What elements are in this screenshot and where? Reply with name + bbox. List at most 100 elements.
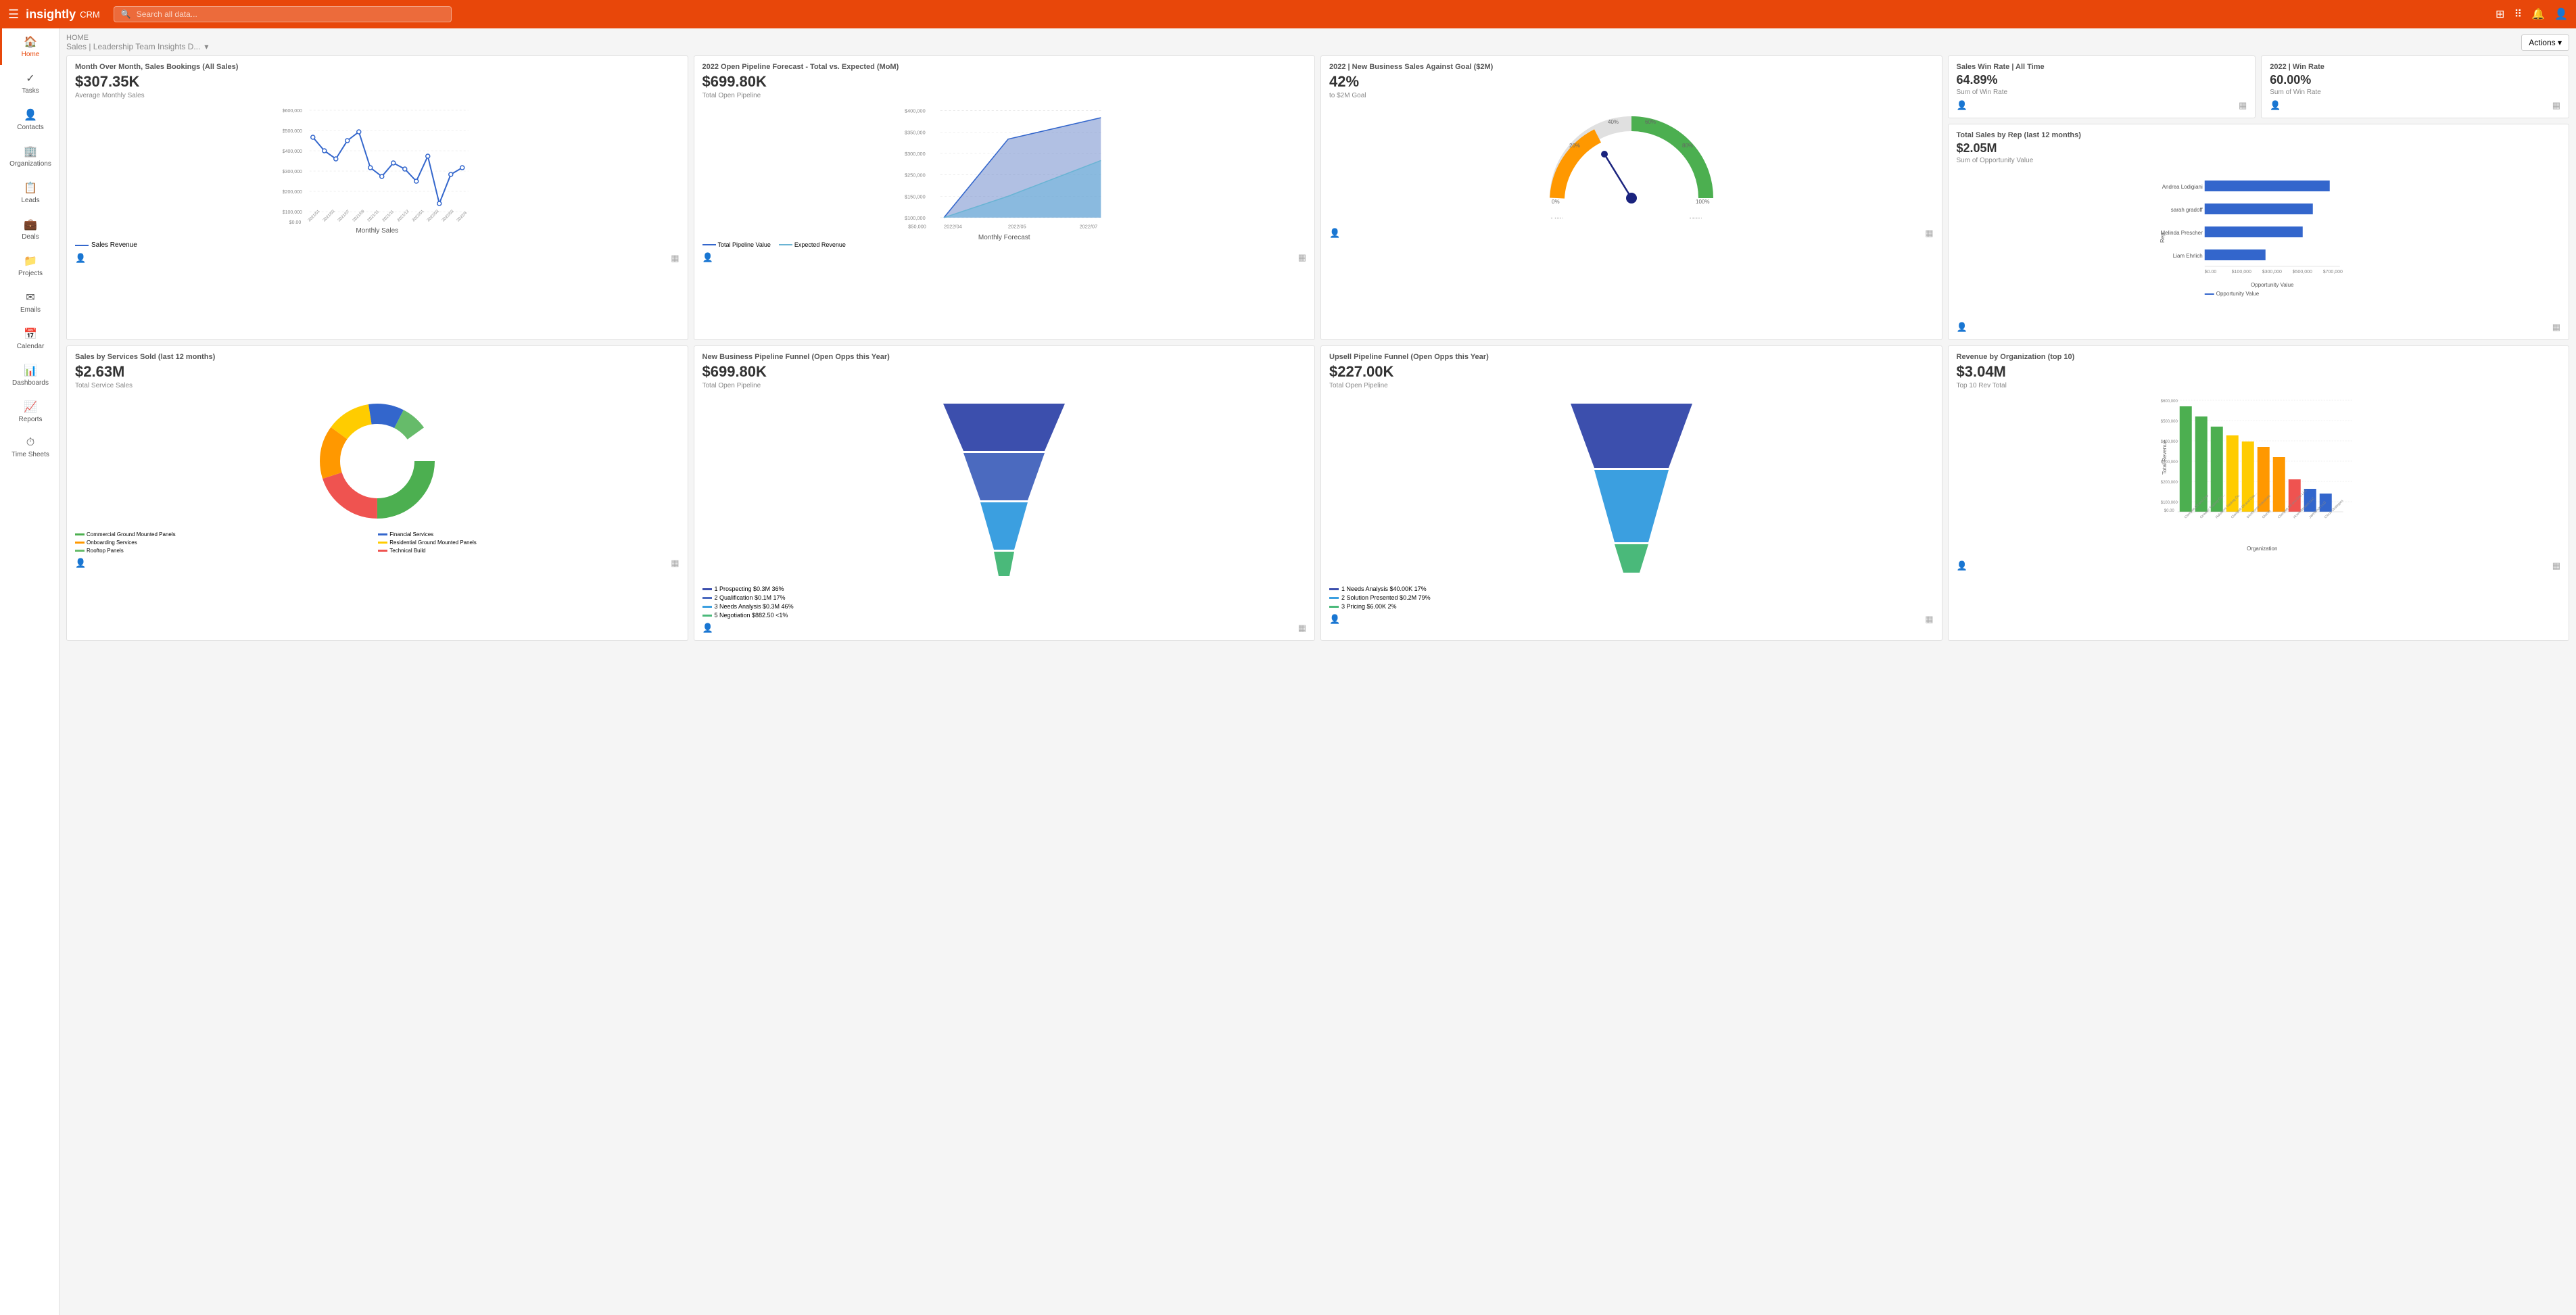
grid-view-icon[interactable]: ▦ bbox=[671, 253, 679, 264]
grid-icon[interactable]: ⊞ bbox=[2496, 7, 2504, 21]
grid-view-icon[interactable]: ▦ bbox=[1925, 614, 1933, 625]
legend-label: 2 Solution Presented $0.2M 79% bbox=[1341, 594, 1431, 601]
legend-label: Residential Ground Mounted Panels bbox=[389, 540, 477, 546]
right-panel: Sales Win Rate | All Time 64.89% Sum of … bbox=[1948, 55, 2570, 340]
legend-color bbox=[702, 588, 712, 590]
sidebar-item-label: Projects bbox=[18, 270, 43, 277]
user-avatar[interactable]: 👤 bbox=[2554, 7, 2568, 21]
legend-color bbox=[378, 533, 387, 535]
svg-text:40%: 40% bbox=[1608, 119, 1619, 125]
sidebar-item-tasks[interactable]: ✓ Tasks bbox=[0, 65, 59, 101]
legend-item: Financial Services bbox=[378, 531, 679, 537]
card-title: New Business Pipeline Funnel (Open Opps … bbox=[702, 353, 1307, 361]
sidebar-item-timesheets[interactable]: ⏱ Time Sheets bbox=[0, 430, 59, 465]
bar-chart-svg: Rep Andrea Lodigiani sarah gradoff Melin… bbox=[1957, 168, 2561, 317]
svg-text:$0.00: $0.00 bbox=[289, 220, 302, 225]
grid-view-icon[interactable]: ▦ bbox=[2552, 100, 2560, 111]
breadcrumb-section: HOME Sales | Leadership Team Insights D.… bbox=[66, 34, 208, 51]
sidebar-item-leads[interactable]: 📋 Leads bbox=[0, 174, 59, 211]
month-over-month-card: Month Over Month, Sales Bookings (All Sa… bbox=[66, 55, 688, 340]
legend-color bbox=[75, 533, 85, 535]
funnel-chart bbox=[702, 393, 1307, 583]
svg-text:$600,000: $600,000 bbox=[2160, 400, 2178, 404]
area-chart-svg: $400,000 $350,000 $300,000 $250,000 $150… bbox=[702, 103, 1307, 232]
new-business-funnel-card: New Business Pipeline Funnel (Open Opps … bbox=[694, 345, 1316, 641]
legend-item: 5 Negotiation $882.50 <1% bbox=[702, 612, 1307, 619]
breadcrumb-row: HOME Sales | Leadership Team Insights D.… bbox=[66, 34, 2569, 51]
card-title: 2022 Open Pipeline Forecast - Total vs. … bbox=[702, 63, 1307, 71]
card-value: 64.89% bbox=[1957, 73, 2247, 87]
sidebar-item-dashboards[interactable]: 📊 Dashboards bbox=[0, 357, 59, 393]
funnel-legend: 1 Needs Analysis $40.00K 17% 2 Solution … bbox=[1329, 585, 1934, 610]
sidebar-item-emails[interactable]: ✉ Emails bbox=[0, 284, 59, 320]
grid-view-icon[interactable]: ▦ bbox=[1298, 623, 1306, 633]
card-footer: 👤 ▦ bbox=[702, 623, 1307, 633]
emails-icon: ✉ bbox=[26, 291, 34, 304]
legend-label: 3 Needs Analysis $0.3M 46% bbox=[715, 603, 794, 610]
hamburger-icon[interactable]: ☰ bbox=[8, 7, 19, 22]
svg-text:20%: 20% bbox=[1569, 143, 1580, 149]
org-bar-svg: Total Revenue $600,000 $500,000 $400,000… bbox=[1957, 393, 2561, 556]
sidebar-item-organizations[interactable]: 🏢 Organizations bbox=[0, 138, 59, 174]
grid-view-icon[interactable]: ▦ bbox=[2552, 322, 2560, 333]
revenue-by-org-card: Revenue by Organization (top 10) $3.04M … bbox=[1948, 345, 2570, 641]
search-icon: 🔍 bbox=[121, 9, 131, 19]
timesheets-icon: ⏱ bbox=[26, 437, 34, 449]
legend-item: Onboarding Services bbox=[75, 540, 376, 546]
svg-text:2021/01: 2021/01 bbox=[308, 209, 321, 222]
sidebar-item-deals[interactable]: 💼 Deals bbox=[0, 211, 59, 247]
sidebar-item-reports[interactable]: 📈 Reports bbox=[0, 393, 59, 430]
legend-label: Sales Revenue bbox=[91, 241, 137, 249]
grid-view-icon[interactable]: ▦ bbox=[1298, 252, 1306, 263]
legend-item: 1 Needs Analysis $40.00K 17% bbox=[1329, 585, 1934, 592]
bell-icon[interactable]: 🔔 bbox=[2531, 7, 2545, 21]
svg-text:Melinda Prescher: Melinda Prescher bbox=[2160, 230, 2203, 236]
projects-icon: 📁 bbox=[24, 254, 37, 268]
card-footer: 👤 ▦ bbox=[1329, 228, 1934, 239]
person-icon: 👤 bbox=[1957, 322, 1967, 333]
grid-view-icon[interactable]: ▦ bbox=[2552, 560, 2560, 571]
sidebar: 🏠 Home ✓ Tasks 👤 Contacts 🏢 Organization… bbox=[0, 28, 59, 1315]
organizations-icon: 🏢 bbox=[24, 145, 37, 158]
card-subtitle: Total Open Pipeline bbox=[702, 382, 1307, 389]
legend-label: Commercial Ground Mounted Panels bbox=[87, 531, 176, 537]
svg-text:Organization: Organization bbox=[2247, 546, 2277, 552]
sidebar-item-calendar[interactable]: 📅 Calendar bbox=[0, 320, 59, 357]
svg-text:2021/09: 2021/09 bbox=[352, 209, 366, 222]
line-chart: $600,000 $500,000 $400,000 $300,000 $200… bbox=[75, 103, 679, 239]
card-footer: 👤 ▦ bbox=[1957, 322, 2561, 333]
dashboards-icon: 📊 bbox=[24, 364, 37, 377]
top-nav: ☰ insightly CRM 🔍 ⊞ ⠿ 🔔 👤 bbox=[0, 0, 2576, 28]
funnel-chart bbox=[1329, 393, 1934, 583]
svg-text:2022/04: 2022/04 bbox=[944, 224, 962, 230]
svg-text:2022/07: 2022/07 bbox=[1079, 224, 1097, 230]
search-bar[interactable]: 🔍 bbox=[114, 6, 452, 22]
person-icon: 👤 bbox=[75, 253, 86, 264]
svg-text:Opportunity Value: Opportunity Value bbox=[2251, 282, 2294, 288]
legend-label: Technical Build bbox=[389, 548, 425, 554]
search-input[interactable] bbox=[137, 9, 444, 19]
sidebar-item-contacts[interactable]: 👤 Contacts bbox=[0, 101, 59, 138]
svg-text:$500,000: $500,000 bbox=[2160, 420, 2178, 424]
svg-text:$150,000: $150,000 bbox=[904, 193, 925, 199]
grid-view-icon[interactable]: ▦ bbox=[1925, 228, 1933, 239]
legend-color bbox=[75, 542, 85, 544]
apps-icon[interactable]: ⠿ bbox=[2514, 7, 2522, 21]
grid-view-icon[interactable]: ▦ bbox=[2239, 100, 2247, 111]
card-subtitle: Sum of Win Rate bbox=[2270, 89, 2560, 96]
actions-button[interactable]: Actions ▾ bbox=[2521, 34, 2569, 51]
card-value: $227.00K bbox=[1329, 363, 1934, 381]
legend-label: 3 Pricing $6.00K 2% bbox=[1341, 603, 1397, 610]
svg-text:$500,000: $500,000 bbox=[283, 129, 302, 134]
donut-legend: Commercial Ground Mounted Panels Financi… bbox=[75, 531, 679, 554]
sidebar-item-home[interactable]: 🏠 Home bbox=[0, 28, 59, 65]
person-icon: 👤 bbox=[702, 623, 713, 633]
card-subtitle: Top 10 Rev Total bbox=[1957, 382, 2561, 389]
svg-text:sarah gradoff: sarah gradoff bbox=[2170, 207, 2203, 213]
svg-text:$400,000: $400,000 bbox=[2160, 440, 2178, 444]
person-icon: 👤 bbox=[1329, 228, 1340, 239]
sidebar-item-projects[interactable]: 📁 Projects bbox=[0, 247, 59, 284]
svg-text:2022/4: 2022/4 bbox=[456, 211, 469, 223]
grid-view-icon[interactable]: ▦ bbox=[671, 558, 679, 569]
svg-text:0%: 0% bbox=[1552, 199, 1560, 205]
